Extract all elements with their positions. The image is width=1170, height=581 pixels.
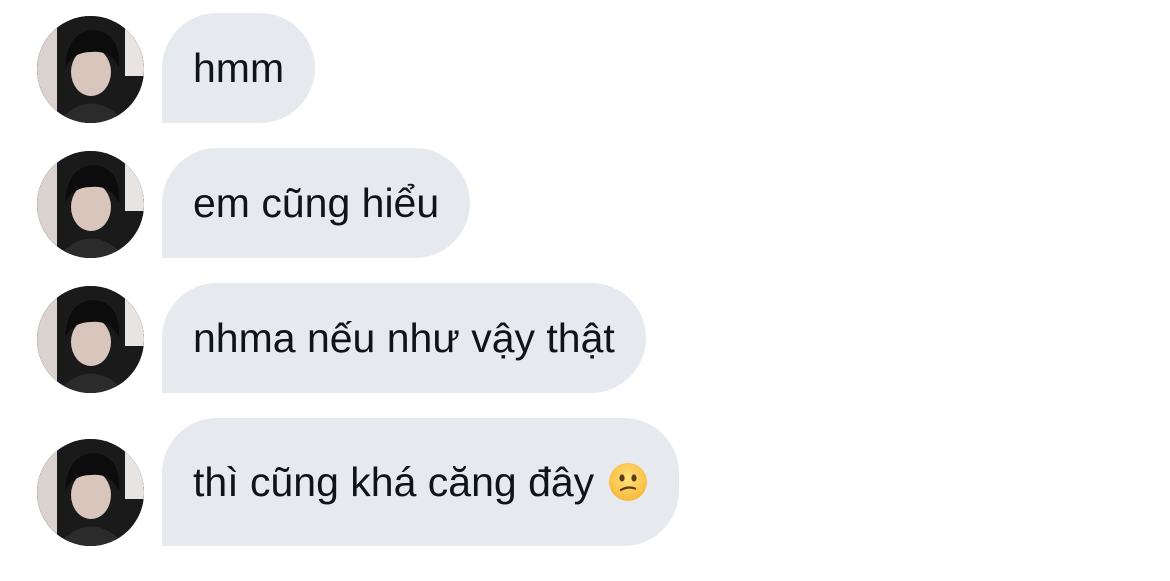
message-text: em cũng hiểu xyxy=(193,179,440,226)
avatar[interactable] xyxy=(37,16,144,123)
message-bubble[interactable]: nhma nếu như vậy thật xyxy=(162,283,646,393)
avatar-photo xyxy=(37,439,144,546)
message-text: thì cũng khá căng đây xyxy=(193,458,595,505)
avatar[interactable] xyxy=(37,439,144,546)
message-text: hmm xyxy=(193,44,285,91)
avatar-photo xyxy=(37,286,144,393)
message-bubble[interactable]: em cũng hiểu xyxy=(162,148,471,258)
avatar-photo xyxy=(37,151,144,258)
message-bubble[interactable]: hmm xyxy=(162,13,316,123)
confused-face-icon xyxy=(608,462,648,502)
avatar[interactable] xyxy=(37,151,144,258)
avatar[interactable] xyxy=(37,286,144,393)
message-text: nhma nếu như vậy thật xyxy=(193,314,615,361)
avatar-photo xyxy=(37,16,144,123)
message-bubble[interactable]: thì cũng khá căng đây xyxy=(162,418,680,546)
